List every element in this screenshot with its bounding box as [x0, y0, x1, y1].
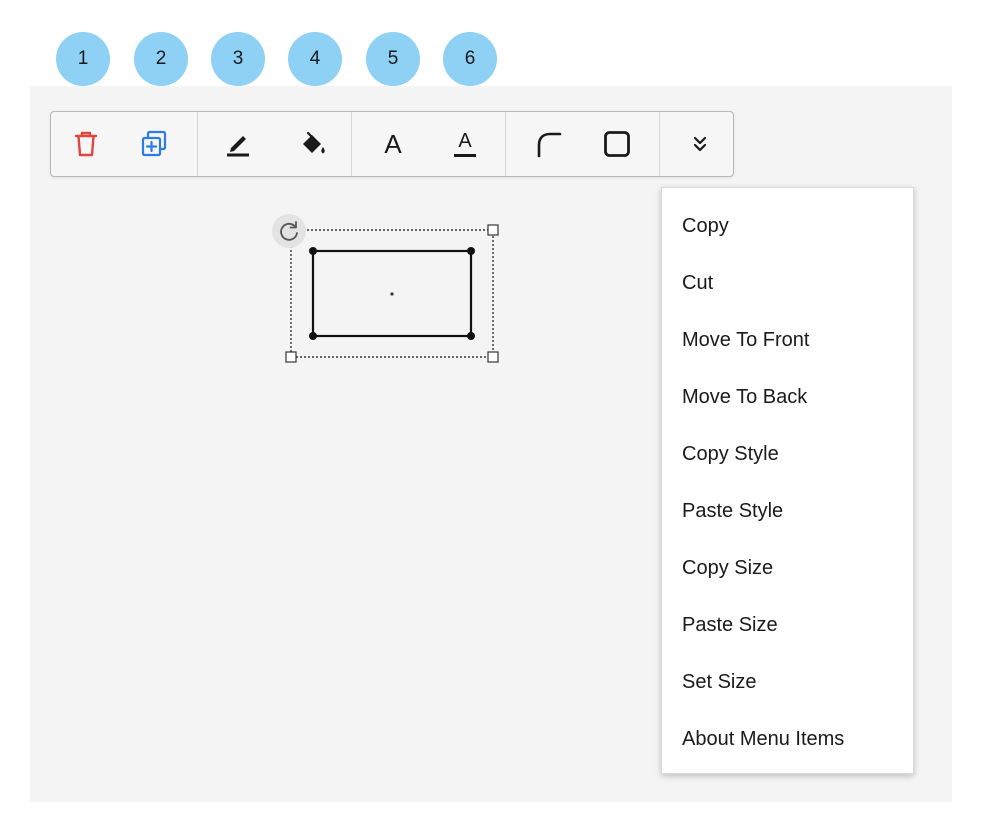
line-color-button[interactable] [217, 112, 259, 176]
resize-handle [487, 224, 499, 236]
pen-icon [227, 136, 249, 157]
selected-rectangle-shape[interactable] [282, 222, 504, 366]
vertex-point [309, 332, 317, 340]
border-button[interactable] [596, 112, 638, 176]
menu-item-paste-style[interactable]: Paste Style [662, 483, 913, 540]
menu-item-copy[interactable]: Copy [662, 198, 913, 255]
menu-item-copy-size[interactable]: Copy Size [662, 540, 913, 597]
chevron-double-down-icon [693, 136, 707, 152]
toolbar-separator [197, 112, 198, 176]
toolbar-separator [505, 112, 506, 176]
callout-4: 4 [288, 32, 342, 86]
square-border-icon [604, 131, 630, 157]
rounded-corner-icon [537, 132, 562, 158]
duplicate-button[interactable] [133, 112, 175, 176]
context-menu: Copy Cut Move To Front Move To Back Copy… [661, 187, 914, 774]
callout-3: 3 [211, 32, 265, 86]
font-color-icon: A [458, 130, 472, 152]
callout-2: 2 [134, 32, 188, 86]
center-point [390, 292, 394, 296]
duplicate-icon [141, 130, 167, 157]
menu-item-move-to-front[interactable]: Move To Front [662, 312, 913, 369]
more-options-button[interactable] [679, 112, 721, 176]
font-button[interactable]: A [372, 112, 414, 176]
vertex-point [467, 247, 475, 255]
editor-page: 1 2 3 4 5 6 A A Copy Cut Move To Front M… [0, 0, 1000, 837]
callout-1: 1 [56, 32, 110, 86]
shape-toolbar: A A [50, 111, 734, 177]
font-icon: A [384, 128, 402, 159]
trash-icon [74, 131, 98, 157]
menu-item-cut[interactable]: Cut [662, 255, 913, 312]
resize-handle [487, 351, 499, 363]
callout-6: 6 [443, 32, 497, 86]
menu-item-paste-size[interactable]: Paste Size [662, 597, 913, 654]
vertex-point [309, 247, 317, 255]
menu-item-about-menu-items[interactable]: About Menu Items [662, 711, 913, 768]
menu-item-move-to-back[interactable]: Move To Back [662, 369, 913, 426]
rotate-handle[interactable] [272, 214, 306, 248]
delete-button[interactable] [65, 112, 107, 176]
corner-radius-button[interactable] [527, 112, 569, 176]
toolbar-separator [351, 112, 352, 176]
fill-color-button[interactable] [292, 112, 334, 176]
callout-5: 5 [366, 32, 420, 86]
resize-handle [285, 351, 297, 363]
menu-item-set-size[interactable]: Set Size [662, 654, 913, 711]
font-color-underline [454, 154, 476, 157]
menu-item-copy-style[interactable]: Copy Style [662, 426, 913, 483]
rotate-icon [280, 221, 298, 241]
font-color-button[interactable]: A [444, 112, 486, 176]
toolbar-separator [659, 112, 660, 176]
vertex-point [467, 332, 475, 340]
paint-bucket-icon [303, 131, 325, 154]
